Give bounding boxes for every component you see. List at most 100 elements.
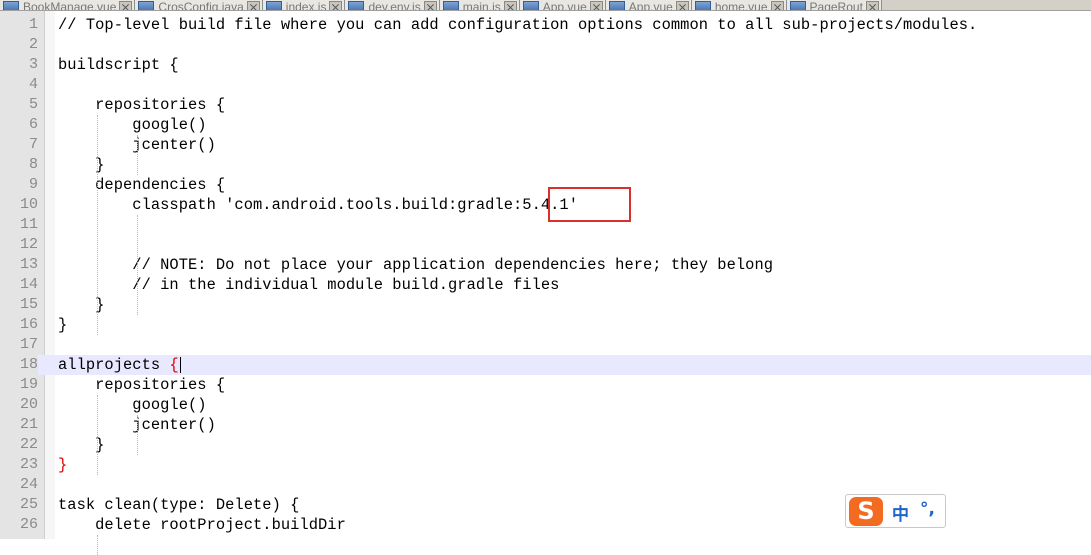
file-icon bbox=[442, 1, 459, 10]
code-line[interactable]: 10 classpath 'com.android.tools.build:gr… bbox=[0, 195, 1091, 215]
line-number: 5 bbox=[0, 95, 38, 115]
code-line[interactable]: 20 google() bbox=[0, 395, 1091, 415]
code-line[interactable]: 18 allprojects { bbox=[0, 355, 1091, 375]
line-number: 17 bbox=[0, 335, 38, 355]
close-tab-icon[interactable] bbox=[329, 0, 343, 10]
line-number: 10 bbox=[0, 195, 38, 215]
code-line[interactable]: 23} bbox=[0, 455, 1091, 475]
code-text: dependencies { bbox=[58, 175, 225, 195]
code-line[interactable]: 4 bbox=[0, 75, 1091, 95]
code-line[interactable]: 8 } bbox=[0, 155, 1091, 175]
file-tab-label: dev.env.js bbox=[368, 0, 421, 11]
close-tab-icon[interactable] bbox=[246, 0, 260, 10]
code-line[interactable]: 13 // NOTE: Do not place your applicatio… bbox=[0, 255, 1091, 275]
code-editor[interactable]: 1 // Top-level build file where you can a… bbox=[0, 11, 1091, 555]
code-line[interactable]: 9 dependencies { bbox=[0, 175, 1091, 195]
code-line[interactable]: 14 // in the individual module build.gra… bbox=[0, 275, 1091, 295]
close-tab-icon[interactable] bbox=[865, 0, 879, 10]
line-number: 2 bbox=[0, 35, 38, 55]
code-line[interactable]: 2 bbox=[0, 35, 1091, 55]
code-line[interactable]: 3 buildscript { bbox=[0, 55, 1091, 75]
code-line[interactable]: 7 jcenter() bbox=[0, 135, 1091, 155]
ime-punctuation-toggle[interactable]: °, bbox=[920, 499, 935, 519]
line-number: 20 bbox=[0, 395, 38, 415]
file-tab-label: main.js bbox=[462, 0, 501, 11]
text-caret bbox=[179, 356, 181, 373]
code-text-content: } bbox=[58, 316, 68, 334]
code-line[interactable]: 17 bbox=[0, 335, 1091, 355]
code-text-content: repositories { bbox=[58, 96, 226, 114]
code-text-content: dependencies { bbox=[58, 176, 226, 194]
file-tab[interactable]: App.vue bbox=[519, 0, 606, 11]
file-icon bbox=[694, 1, 711, 10]
line-number: 13 bbox=[0, 255, 38, 275]
file-tab[interactable]: PageRout bbox=[786, 0, 882, 11]
code-text: // NOTE: Do not place your application d… bbox=[58, 255, 773, 275]
close-tab-icon[interactable] bbox=[589, 0, 603, 10]
code-line[interactable]: 19 repositories { bbox=[0, 375, 1091, 395]
code-text-content: allprojects bbox=[58, 356, 170, 374]
code-line[interactable]: 15 } bbox=[0, 295, 1091, 315]
file-tab-label: BookManage.vue bbox=[23, 0, 117, 11]
file-tab-label: home.vue bbox=[714, 0, 768, 11]
close-tab-icon[interactable] bbox=[423, 0, 437, 10]
line-number: 16 bbox=[0, 315, 38, 335]
code-line[interactable]: 22 } bbox=[0, 435, 1091, 455]
code-text: allprojects { bbox=[58, 355, 181, 375]
line-number: 22 bbox=[0, 435, 38, 455]
close-tab-icon[interactable] bbox=[503, 0, 517, 10]
ime-status-bar[interactable]: S 中 °, bbox=[845, 494, 946, 528]
sogou-logo-icon[interactable]: S bbox=[849, 497, 883, 526]
file-tab[interactable]: main.js bbox=[439, 0, 520, 11]
close-tab-icon[interactable] bbox=[675, 0, 689, 10]
code-line[interactable]: 12 bbox=[0, 235, 1091, 255]
line-number: 15 bbox=[0, 295, 38, 315]
code-text: // in the individual module build.gradle… bbox=[58, 275, 559, 295]
indent-guide bbox=[137, 415, 138, 455]
code-text: } bbox=[58, 315, 67, 335]
line-number: 7 bbox=[0, 135, 38, 155]
code-line[interactable]: 5 repositories { bbox=[0, 95, 1091, 115]
indent-guide bbox=[97, 115, 98, 335]
file-tab-label: PageRout bbox=[809, 0, 863, 11]
code-text: task clean(type: Delete) { bbox=[58, 495, 299, 515]
file-icon bbox=[3, 1, 19, 10]
file-tab[interactable]: dev.env.js bbox=[345, 0, 440, 11]
code-text: buildscript { bbox=[58, 55, 179, 75]
code-text-content: // Top-level build file where you can ad… bbox=[58, 16, 978, 34]
code-line[interactable]: 16} bbox=[0, 315, 1091, 335]
line-number: 26 bbox=[0, 515, 38, 535]
line-number: 24 bbox=[0, 475, 38, 495]
file-tab[interactable]: home.vue bbox=[691, 0, 787, 11]
file-icon bbox=[348, 1, 365, 10]
close-tab-icon[interactable] bbox=[770, 0, 784, 10]
file-tab[interactable]: App.vue bbox=[605, 0, 692, 11]
line-number: 6 bbox=[0, 115, 38, 135]
file-tab-label: App.vue bbox=[542, 0, 587, 11]
code-line[interactable]: 1 // Top-level build file where you can a… bbox=[0, 15, 1091, 35]
code-line[interactable]: 21 jcenter() bbox=[0, 415, 1091, 435]
version-highlight-box bbox=[548, 187, 631, 222]
code-text: google() bbox=[58, 395, 207, 415]
code-line[interactable]: 24 bbox=[0, 475, 1091, 495]
code-text-content: // in the individual module build.gradle… bbox=[58, 276, 560, 294]
line-number: 23 bbox=[0, 455, 38, 475]
matched-brace: { bbox=[169, 356, 179, 374]
line-number: 12 bbox=[0, 235, 38, 255]
file-tab-label: App.vue bbox=[628, 0, 673, 11]
close-tab-icon[interactable] bbox=[119, 0, 133, 10]
file-tab[interactable]: index.js bbox=[262, 0, 346, 10]
file-tab[interactable]: CrosConfig.java bbox=[135, 0, 263, 10]
code-text-content: google() bbox=[58, 116, 207, 134]
matched-brace: } bbox=[58, 456, 68, 474]
line-number: 8 bbox=[0, 155, 38, 175]
code-text-content: repositories { bbox=[58, 376, 226, 394]
code-text: repositories { bbox=[58, 375, 225, 395]
code-line[interactable]: 6 google() bbox=[0, 115, 1091, 135]
ime-mode-toggle[interactable]: 中 bbox=[892, 500, 909, 525]
code-text: // Top-level build file where you can ad… bbox=[58, 15, 977, 35]
line-number: 25 bbox=[0, 495, 38, 515]
code-line[interactable]: 11 bbox=[0, 215, 1091, 235]
file-tab[interactable]: BookManage.vue bbox=[0, 0, 136, 11]
line-number: 4 bbox=[0, 75, 38, 95]
